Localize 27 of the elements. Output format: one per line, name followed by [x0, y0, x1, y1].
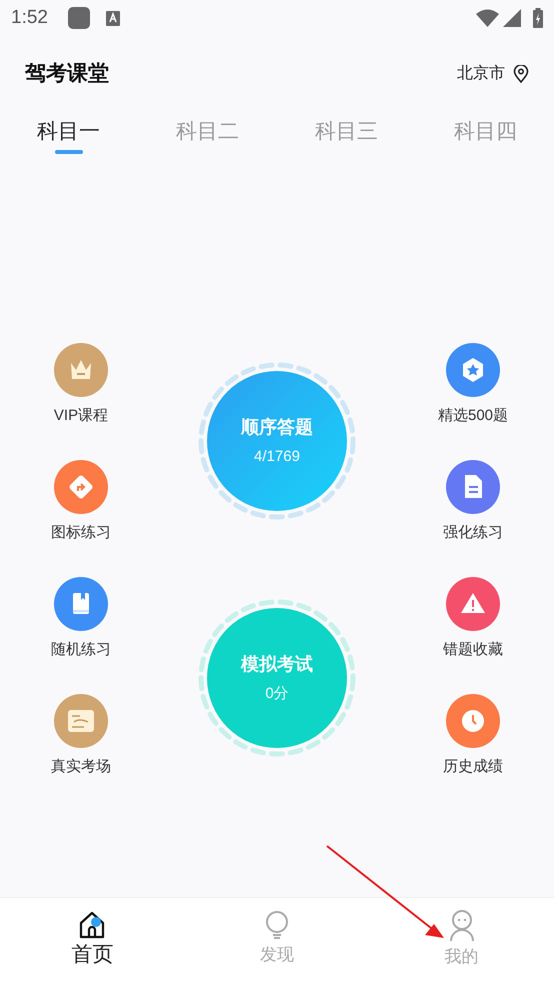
app-title: 驾考课堂	[25, 61, 109, 88]
notification-square-icon	[68, 7, 90, 29]
signal-icon	[503, 9, 521, 27]
feature-label[interactable]: 真实考场	[51, 757, 111, 777]
keyboard-icon	[106, 10, 120, 26]
document-icon	[446, 460, 500, 514]
clock-icon	[446, 694, 500, 748]
certificate-icon	[54, 694, 108, 748]
city-selector[interactable]: 北京市	[457, 62, 529, 86]
turn-sign-icon	[54, 460, 108, 514]
feature-label[interactable]: 随机练习	[51, 640, 111, 660]
tab-indicator	[54, 150, 82, 154]
feature-label[interactable]: 图标练习	[51, 523, 111, 543]
feature-label[interactable]: 错题收藏	[443, 640, 503, 660]
feature-label[interactable]: 强化练习	[443, 523, 503, 543]
location-pin-icon	[513, 65, 529, 83]
battery-icon	[533, 8, 543, 28]
subject-tab[interactable]: 科目一	[37, 112, 100, 172]
wifi-icon	[476, 9, 499, 27]
feature-label[interactable]: VIP课程	[54, 406, 108, 426]
book-icon	[54, 577, 108, 631]
status-time: 1:52	[11, 6, 48, 30]
warning-icon	[446, 577, 500, 631]
nav-tab[interactable]: 首页	[0, 898, 185, 984]
feature-label[interactable]: 历史成绩	[443, 757, 503, 777]
crown-icon	[54, 343, 108, 397]
feature-label[interactable]: 精选500题	[438, 406, 508, 426]
